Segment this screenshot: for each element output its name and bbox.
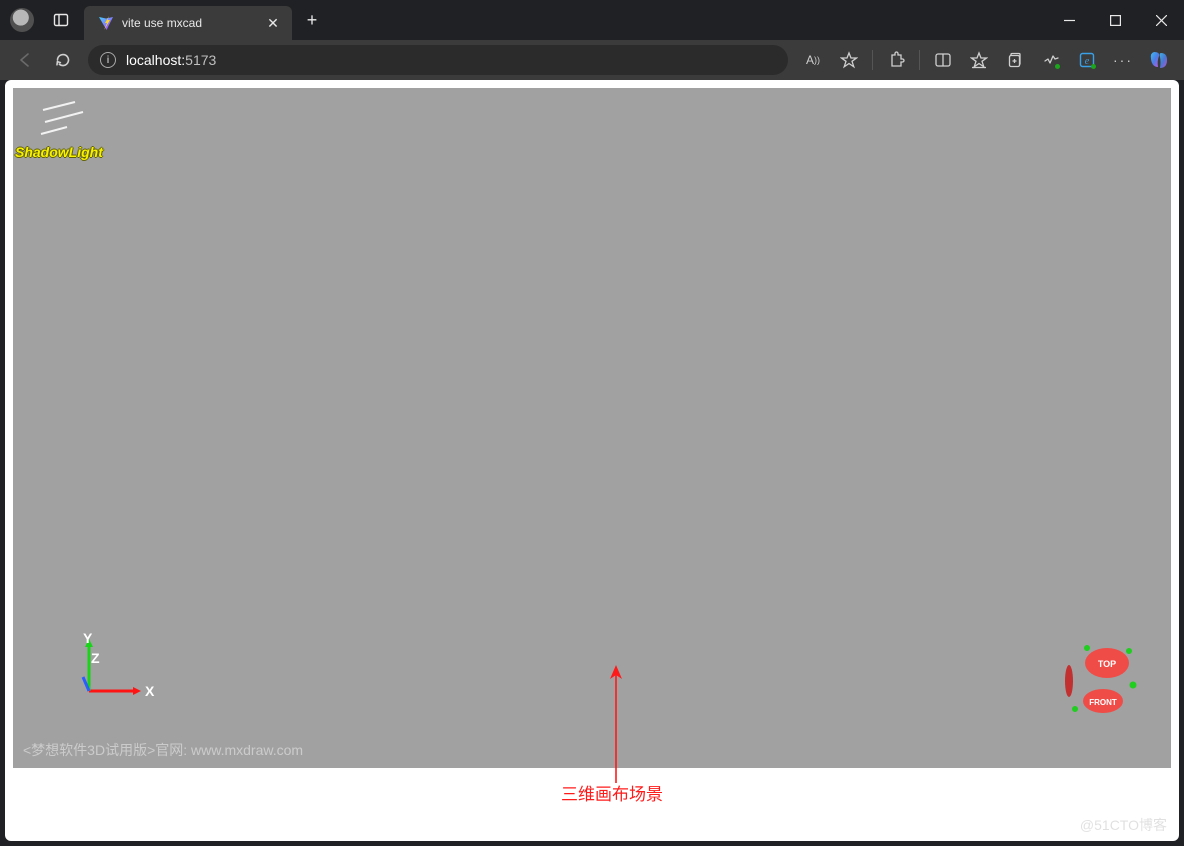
annotation-label: 三维画布场景 — [561, 780, 663, 805]
favorites-bar-icon[interactable] — [962, 44, 996, 76]
software-watermark: <梦想软件3D试用版>官网: www.mxdraw.com — [23, 740, 303, 760]
url-text: localhost:5173 — [126, 52, 216, 68]
tab-close-icon[interactable]: ✕ — [264, 14, 282, 32]
internet-explorer-mode-icon[interactable]: e — [1070, 44, 1104, 76]
new-tab-button[interactable]: + — [298, 6, 326, 34]
page-content: ShadowLight Y Z X <梦想软件3D试用版>官网: www.mxd… — [5, 80, 1179, 841]
read-aloud-icon[interactable]: A)) — [796, 44, 830, 76]
favorite-icon[interactable] — [832, 44, 866, 76]
window-controls — [1046, 0, 1184, 40]
annotation-arrow-icon — [601, 665, 631, 785]
copilot-icon[interactable] — [1142, 44, 1176, 76]
profile-icon[interactable] — [10, 8, 34, 32]
viewcube-front-label: FRONT — [1089, 698, 1117, 707]
separator — [872, 50, 873, 70]
canvas-3d-viewport[interactable]: ShadowLight Y Z X <梦想软件3D试用版>官网: www.mxd… — [13, 88, 1171, 768]
site-info-icon[interactable]: i — [100, 52, 116, 68]
svg-text:X: X — [145, 683, 155, 699]
shadowlight-label: ShadowLight — [15, 144, 103, 160]
back-button[interactable] — [8, 44, 42, 76]
viewcube-top-label: TOP — [1098, 659, 1116, 669]
axis-gizmo[interactable]: Y Z X — [69, 633, 159, 718]
split-screen-icon[interactable] — [926, 44, 960, 76]
tab-actions-icon[interactable] — [48, 7, 74, 33]
close-window-button[interactable] — [1138, 4, 1184, 36]
window-titlebar: vite use mxcad ✕ + — [0, 0, 1184, 40]
refresh-button[interactable] — [46, 44, 80, 76]
collections-icon[interactable] — [998, 44, 1032, 76]
separator — [919, 50, 920, 70]
browser-tab[interactable]: vite use mxcad ✕ — [84, 6, 292, 40]
toolbar-right: A)) e ··· — [796, 44, 1176, 76]
blog-watermark: @51CTO博客 — [1080, 815, 1167, 835]
minimize-button[interactable] — [1046, 4, 1092, 36]
svg-text:e: e — [1085, 56, 1090, 67]
maximize-button[interactable] — [1092, 4, 1138, 36]
vite-favicon-icon — [98, 15, 114, 31]
svg-text:Y: Y — [83, 633, 93, 646]
shadowlight-sketch-icon — [37, 100, 97, 140]
address-bar[interactable]: i localhost:5173 — [88, 45, 788, 75]
tab-title: vite use mxcad — [122, 16, 264, 30]
browser-toolbar: i localhost:5173 A)) e ··· — [0, 40, 1184, 80]
svg-text:Z: Z — [91, 650, 100, 666]
extensions-icon[interactable] — [879, 44, 913, 76]
more-icon[interactable]: ··· — [1106, 44, 1140, 76]
view-cube[interactable]: TOP FRONT — [1057, 639, 1143, 730]
performance-icon[interactable] — [1034, 44, 1068, 76]
